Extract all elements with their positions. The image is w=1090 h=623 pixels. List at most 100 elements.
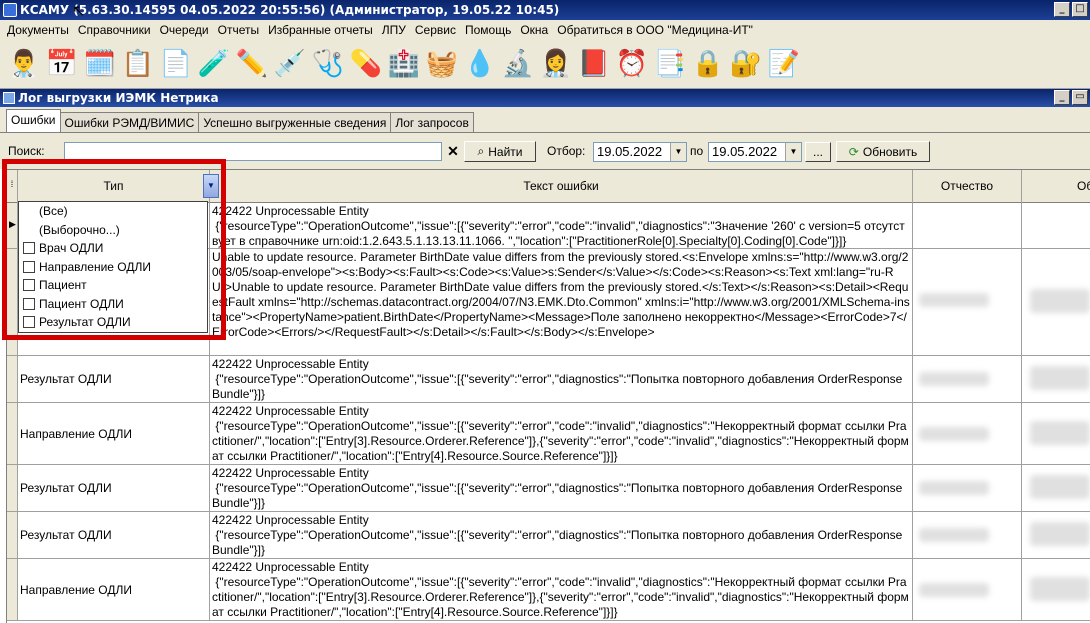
cell-patronymic — [913, 559, 1022, 620]
cell-type: Результат ОДЛИ — [18, 465, 210, 511]
more-button[interactable]: ... — [805, 142, 831, 162]
find-button[interactable]: ⌕ Найти — [464, 141, 536, 162]
menu-reports[interactable]: Отчеты — [215, 23, 265, 37]
cell-error-text: Unable to update resource. Parameter Bir… — [210, 249, 913, 355]
menu-documents[interactable]: Документы — [4, 23, 75, 37]
date-to-field[interactable]: 19.05.2022 ▼ — [708, 142, 802, 162]
date-from-field[interactable]: 19.05.2022 ▼ — [593, 142, 687, 162]
basket-icon[interactable]: 🧺 — [424, 44, 460, 84]
tab-request-log[interactable]: Лог запросов — [390, 112, 474, 132]
test-tubes-icon[interactable]: 🧪 — [196, 44, 232, 84]
table-row[interactable]: Результат ОДЛИ 422422 Unprocessable Enti… — [7, 512, 1090, 559]
table-row[interactable]: Направление ОДЛИ 422422 Unprocessable En… — [7, 559, 1090, 621]
window-title: КСАМУ (5.63.30.14595 04.05.2022 20:55:56… — [20, 3, 560, 17]
main-toolbar: 👨‍⚕️ 📅 🗓️ 📋 📄 🧪 ✏️ 💉 🩺 💊 🏥 🧺 💧 🔬 👩‍⚕️ 📕 … — [0, 39, 1090, 89]
tab-bar: Ошибки Ошибки РЭМД/ВИМИС Успешно выгруже… — [0, 107, 1090, 133]
cell-more — [1022, 249, 1090, 355]
cell-more — [1022, 559, 1090, 620]
refresh-button[interactable]: ⟳ Обновить — [836, 141, 930, 162]
cell-type: Направление ОДЛИ — [18, 403, 210, 464]
child-restore-button[interactable]: ▭ — [1072, 90, 1088, 105]
clipboard-icon[interactable]: 📑 — [652, 44, 688, 84]
nurse-icon[interactable]: 👩‍⚕️ — [538, 44, 574, 84]
refresh-button-label: Обновить — [862, 144, 918, 159]
cell-patronymic — [913, 203, 1022, 248]
mouse-cursor-icon: ↖ — [72, 1, 86, 20]
date-to-value: 19.05.2022 — [712, 144, 778, 159]
menu-queues[interactable]: Очереди — [157, 23, 215, 37]
edit-icon[interactable]: ✏️ — [234, 44, 270, 84]
doctor-icon[interactable]: 👨‍⚕️ — [6, 44, 42, 84]
cell-error-text: 422422 Unprocessable Entity {"resourceTy… — [210, 559, 913, 620]
menu-favorite-reports[interactable]: Избранные отчеты — [265, 23, 379, 37]
table-row[interactable]: Направление ОДЛИ 422422 Unprocessable En… — [7, 403, 1090, 465]
child-minimize-button[interactable]: _ — [1054, 90, 1070, 105]
cell-more — [1022, 465, 1090, 511]
to-label: по — [690, 144, 704, 158]
table-row[interactable]: Результат ОДЛИ 422422 Unprocessable Enti… — [7, 356, 1090, 403]
syringe-icon[interactable]: 💉 — [272, 44, 308, 84]
menu-contact-support[interactable]: Обратиться в ООО "Медицина-ИТ" — [554, 23, 759, 37]
window-titlebar: КСАМУ (5.63.30.14595 04.05.2022 20:55:56… — [0, 0, 1090, 20]
padlock-icon[interactable]: 🔐 — [728, 44, 764, 84]
binoculars-icon: ⌕ — [477, 144, 485, 158]
tab-errors[interactable]: Ошибки — [6, 109, 61, 132]
cell-more — [1022, 356, 1090, 402]
row-indicator — [7, 512, 18, 558]
app-icon — [3, 3, 17, 17]
menu-windows[interactable]: Окна — [517, 23, 554, 37]
filter-label: Отбор: — [547, 144, 586, 158]
cell-error-text: 422422 Unprocessable Entity {"resourceTy… — [210, 356, 913, 402]
menu-lpu[interactable]: ЛПУ — [379, 23, 412, 37]
cell-patronymic — [913, 356, 1022, 402]
chevron-down-icon[interactable]: ▼ — [670, 143, 686, 161]
cell-error-text: 422422 Unprocessable Entity {"resourceTy… — [210, 512, 913, 558]
microscope-icon[interactable]: 🔬 — [500, 44, 536, 84]
clear-search-icon[interactable]: ✕ — [444, 142, 462, 161]
row-indicator — [7, 356, 18, 402]
cell-more — [1022, 203, 1090, 248]
menu-references[interactable]: Справочники — [75, 23, 157, 37]
lock-icon[interactable]: 🔒 — [690, 44, 726, 84]
date-from-value: 19.05.2022 — [597, 144, 663, 159]
cell-patronymic — [913, 512, 1022, 558]
header-error-text[interactable]: Текст ошибки — [210, 170, 913, 203]
cell-error-text: 422422 Unprocessable Entity {"resourceTy… — [210, 203, 913, 248]
table-row[interactable]: Результат ОДЛИ 422422 Unprocessable Enti… — [7, 465, 1090, 512]
find-button-label: Найти — [488, 144, 523, 159]
menubar: Документы Справочники Очереди Отчеты Изб… — [0, 20, 1090, 39]
tab-success[interactable]: Успешно выгруженные сведения — [198, 112, 392, 132]
card-icon[interactable]: 📋 — [120, 44, 156, 84]
menu-service[interactable]: Сервис — [412, 23, 462, 37]
minimize-button[interactable]: _ — [1054, 2, 1070, 17]
document-icon[interactable]: 📄 — [158, 44, 194, 84]
schedule-icon[interactable]: 🗓️ — [82, 44, 118, 84]
header-more[interactable]: Об — [1022, 170, 1090, 203]
cell-more — [1022, 403, 1090, 464]
header-patronymic[interactable]: Отчество — [913, 170, 1022, 203]
pills-icon[interactable]: 💊 — [348, 44, 384, 84]
row-indicator — [7, 403, 18, 464]
child-window-titlebar: Лог выгрузки ИЭМК Нетрика _ ▭ — [0, 89, 1090, 107]
tab-remd-errors[interactable]: Ошибки РЭМД/ВИМИС — [59, 112, 200, 132]
cell-patronymic — [913, 403, 1022, 464]
calendar-icon[interactable]: 📅 — [44, 44, 80, 84]
cell-error-text: 422422 Unprocessable Entity {"resourceTy… — [210, 465, 913, 511]
maximize-button[interactable]: □ — [1072, 2, 1088, 17]
menu-help[interactable]: Помощь — [462, 23, 517, 37]
row-indicator — [7, 465, 18, 511]
cell-more — [1022, 512, 1090, 558]
child-window-title: Лог выгрузки ИЭМК Нетрика — [18, 91, 219, 105]
refresh-icon: ⟳ — [848, 144, 859, 159]
hospital-icon[interactable]: 🏥 — [386, 44, 422, 84]
drop-icon[interactable]: 💧 — [462, 44, 498, 84]
row-indicator — [7, 559, 18, 620]
cell-patronymic — [913, 465, 1022, 511]
stethoscope-icon[interactable]: 🩺 — [310, 44, 346, 84]
alarm-clock-icon[interactable]: ⏰ — [614, 44, 650, 84]
notes-icon[interactable]: 📝 — [766, 44, 802, 84]
book-icon[interactable]: 📕 — [576, 44, 612, 84]
child-window-icon — [3, 92, 15, 104]
chevron-down-icon[interactable]: ▼ — [785, 143, 801, 161]
cell-type: Результат ОДЛИ — [18, 356, 210, 402]
